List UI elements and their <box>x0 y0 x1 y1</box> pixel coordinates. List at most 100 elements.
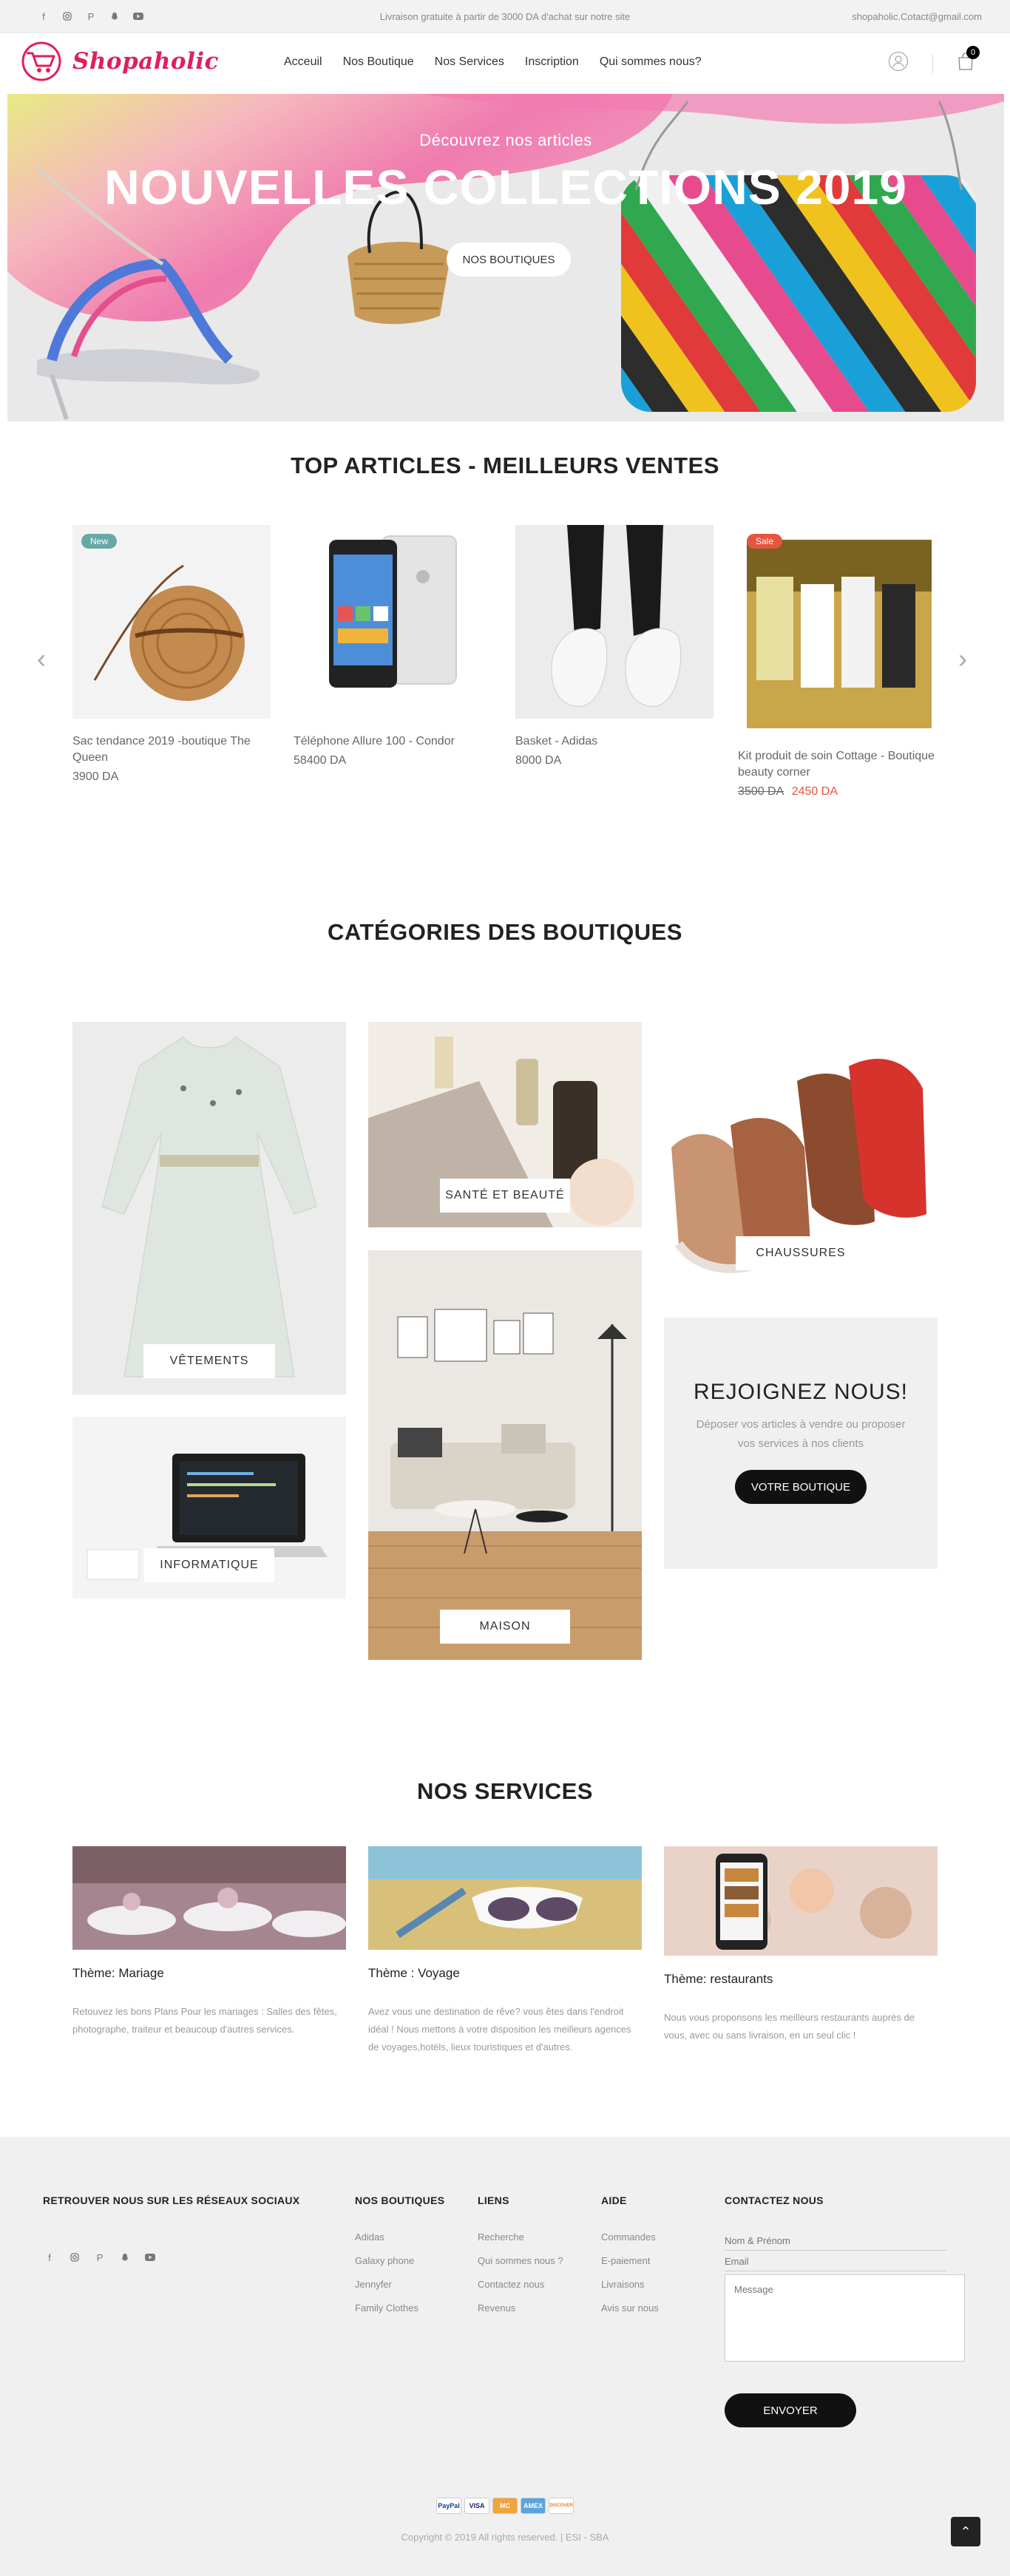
product-name[interactable]: Basket - Adidas <box>515 733 714 750</box>
new-badge: New <box>81 534 118 549</box>
paypal-icon: PayPal <box>436 2498 461 2514</box>
product-card[interactable]: Téléphone Allure 100 - Condor 58400 DA <box>294 525 492 767</box>
footer-link[interactable]: E-paiement <box>601 2255 659 2266</box>
service-text: Retouvez les bons Plans Pour les mariage… <box>72 2006 337 2035</box>
footer-help-title: AIDE <box>601 2194 627 2206</box>
footer-link[interactable]: Adidas <box>355 2231 444 2243</box>
youtube-icon[interactable] <box>143 2251 157 2264</box>
footer-contact-title: CONTACTEZ NOUS <box>725 2194 824 2206</box>
nav-acceuil[interactable]: Acceuil <box>284 55 322 69</box>
product-price: 3900 DA <box>72 770 119 783</box>
copyright: Copyright © 2019 All rights reserved. | … <box>401 2532 609 2543</box>
nav-qui-sommes-nous[interactable]: Qui sommes nous? <box>600 55 702 69</box>
hero-cta-button[interactable]: NOS BOUTIQUES <box>447 243 571 277</box>
footer-help-column: AIDE Commandes E-paiement Livraisons Avi… <box>601 2194 659 2326</box>
send-button[interactable]: ENVOYER <box>725 2393 856 2427</box>
product-old-price: 3500 DA <box>738 785 784 798</box>
name-field[interactable] <box>725 2231 946 2251</box>
footer-link[interactable]: Recherche <box>478 2231 563 2243</box>
footer-link[interactable]: Avis sur nous <box>601 2302 659 2314</box>
instagram-icon[interactable] <box>68 2251 81 2264</box>
category-label[interactable]: SANTÉ ET BEAUTÉ <box>440 1179 570 1213</box>
logo[interactable]: Shopaholic <box>19 41 219 82</box>
logo-cart-icon <box>21 41 61 81</box>
category-image <box>72 1022 346 1394</box>
product-card[interactable]: Basket - Adidas 8000 DA <box>515 525 714 767</box>
hero-subtitle: Découvrez nos articles <box>419 131 592 149</box>
footer-link[interactable]: Contactez nous <box>478 2279 563 2290</box>
category-label[interactable]: VÊTEMENTS <box>143 1344 275 1378</box>
discover-icon: DISCOVER <box>549 2498 574 2514</box>
header-divider <box>932 53 933 73</box>
product-card[interactable]: New Sac tendance 2019 -boutique The Quee… <box>72 525 271 784</box>
hero-title: NOUVELLES COLLECTIONS 2019 <box>104 160 907 214</box>
product-image[interactable]: Sale <box>738 525 936 733</box>
service-title: Thème : Voyage <box>368 1966 460 1980</box>
top-bar: f P Livraison gratuite à partir de 3000 … <box>0 0 1010 33</box>
snapchat-icon[interactable] <box>118 2251 132 2264</box>
logo-text: Shopaholic <box>72 48 220 75</box>
footer-shops-column: NOS BOUTIQUES Adidas Galaxy phone Jennyf… <box>355 2194 444 2326</box>
amex-icon: AMEX <box>521 2498 546 2514</box>
categories-title: CATÉGORIES DES BOUTIQUES <box>328 919 682 945</box>
carousel-prev-icon[interactable]: ‹ <box>37 643 46 674</box>
join-us-panel: REJOIGNEZ NOUS! Déposer vos articles à v… <box>664 1318 938 1569</box>
footer-contact-column: CONTACTEZ NOUS <box>725 2194 824 2206</box>
facebook-icon[interactable]: f <box>43 2251 56 2264</box>
product-image[interactable]: New <box>72 525 271 719</box>
product-name[interactable]: Téléphone Allure 100 - Condor <box>294 733 492 750</box>
category-image <box>368 1250 642 1660</box>
service-image[interactable] <box>664 1846 938 1956</box>
category-informatique[interactable]: INFORMATIQUE <box>72 1417 346 1599</box>
product-name[interactable]: Kit produit de soin Cottage - Boutique b… <box>738 748 936 781</box>
user-icon[interactable] <box>888 51 909 75</box>
nav-nos-boutique[interactable]: Nos Boutique <box>343 55 414 69</box>
footer-links-title: LIENS <box>478 2194 509 2206</box>
footer: RETROUVER NOUS SUR LES RÉSEAUX SOCIAUX f… <box>0 2137 1010 2576</box>
category-maison[interactable]: MAISON <box>368 1250 642 1660</box>
mastercard-icon: MC <box>492 2498 518 2514</box>
product-name[interactable]: Sac tendance 2019 -boutique The Queen <box>72 733 271 766</box>
service-image[interactable] <box>368 1846 642 1950</box>
footer-link[interactable]: Revenus <box>478 2302 563 2314</box>
product-image[interactable] <box>515 525 714 719</box>
footer-link[interactable]: Galaxy phone <box>355 2255 444 2266</box>
category-label[interactable]: INFORMATIQUE <box>144 1548 274 1582</box>
cart-count-badge: 0 <box>966 46 980 59</box>
footer-link[interactable]: Commandes <box>601 2231 659 2243</box>
product-image[interactable] <box>294 525 492 719</box>
nav-nos-services[interactable]: Nos Services <box>435 55 504 69</box>
nav-inscription[interactable]: Inscription <box>525 55 579 69</box>
service-text: Nous vous proponsons les meilleurs resta… <box>664 2012 915 2041</box>
footer-social-column: RETROUVER NOUS SUR LES RÉSEAUX SOCIAUX <box>43 2194 299 2206</box>
back-to-top-icon[interactable]: ⌃ <box>951 2517 980 2546</box>
footer-link[interactable]: Family Clothes <box>355 2302 444 2314</box>
footer-link[interactable]: Jennyfer <box>355 2279 444 2290</box>
email-field[interactable] <box>725 2252 946 2271</box>
footer-shops-title: NOS BOUTIQUES <box>355 2194 445 2206</box>
carousel-next-icon[interactable]: › <box>958 643 967 674</box>
votre-boutique-button[interactable]: VOTRE BOUTIQUE <box>735 1470 867 1504</box>
pinterest-icon[interactable]: P <box>93 2251 106 2264</box>
visa-icon: VISA <box>464 2498 489 2514</box>
category-vetements[interactable]: VÊTEMENTS <box>72 1022 346 1394</box>
cart-icon[interactable]: 0 <box>957 46 980 75</box>
category-chaussures[interactable]: CHAUSSURES <box>664 1022 938 1285</box>
product-price: 8000 DA <box>515 754 562 767</box>
service-card[interactable]: Thème: restaurants Nous vous proponsons … <box>664 1846 938 2044</box>
product-sale-price: 2450 DA <box>791 785 838 798</box>
service-card[interactable]: Thème: Mariage Retouvez les bons Plans P… <box>72 1846 346 2038</box>
footer-link[interactable]: Qui sommes nous ? <box>478 2255 563 2266</box>
service-card[interactable]: Thème : Voyage Avez vous une destination… <box>368 1846 642 2056</box>
footer-link[interactable]: Livraisons <box>601 2279 659 2290</box>
service-image[interactable] <box>72 1846 346 1950</box>
category-sante-beaute[interactable]: SANTÉ ET BEAUTÉ <box>368 1022 642 1227</box>
category-label[interactable]: CHAUSSURES <box>736 1236 866 1270</box>
join-text: Déposer vos articles à vendre ou propose… <box>696 1418 906 1450</box>
product-price: 3500 DA 2450 DA <box>738 785 936 799</box>
category-label[interactable]: MAISON <box>440 1610 570 1644</box>
message-field[interactable] <box>725 2274 965 2362</box>
payment-methods: PayPal VISA MC AMEX DISCOVER <box>436 2498 574 2514</box>
product-card[interactable]: Sale Kit produit de soin Cottage - Bouti… <box>738 525 936 799</box>
contact-email[interactable]: shopaholic.Cotact@gmail.com <box>852 11 982 22</box>
